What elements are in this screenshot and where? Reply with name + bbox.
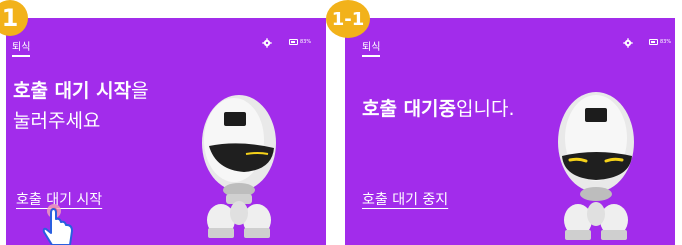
screen-step-2: 퇴식 83% 호출 대기중입니다. 호출 대기 중지 <box>345 18 675 245</box>
status-text: 호출 대기중입니다. <box>362 94 515 124</box>
tap-hand-icon <box>42 204 73 245</box>
headline-line2: 눌러주세요 <box>13 110 101 133</box>
battery-level: 83% <box>300 39 312 45</box>
page-title[interactable]: 퇴식 <box>12 38 31 57</box>
screen-step-1: 퇴식 83% 호출 대기 시작을 눌러주세요 호출 대기 시작 <box>6 18 326 245</box>
robot-illustration <box>558 92 634 240</box>
gear-icon[interactable] <box>623 38 633 48</box>
battery-level: 83% <box>660 39 672 45</box>
robot-illustration <box>202 95 276 238</box>
headline-bold: 호출 대기 시작 <box>13 80 132 102</box>
battery-indicator: 83% <box>289 39 311 45</box>
headline-bold: 호출 대기중 <box>362 98 457 120</box>
page-title[interactable]: 퇴식 <box>362 38 381 57</box>
headline-suffix: 을 <box>131 80 149 102</box>
instruction-text: 호출 대기 시작을 눌러주세요 <box>13 76 149 137</box>
battery-icon <box>649 39 658 45</box>
battery-icon <box>289 39 298 45</box>
headline-suffix: 입니다. <box>456 98 515 120</box>
gear-icon[interactable] <box>262 38 272 48</box>
stop-call-wait-button[interactable]: 호출 대기 중지 <box>362 189 448 209</box>
step-badge-1-1: 1-1 <box>326 0 370 38</box>
battery-indicator: 83% <box>649 39 671 45</box>
